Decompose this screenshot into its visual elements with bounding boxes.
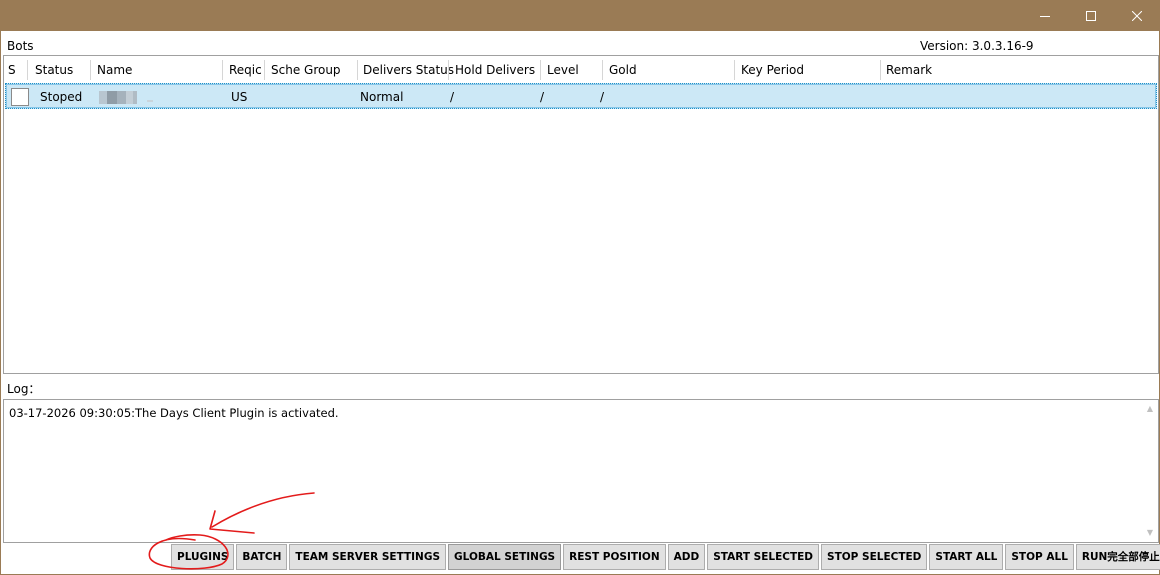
team-server-settings-button[interactable]: TEAM SERVER SETTINGS — [289, 544, 447, 570]
log-label: Log： — [7, 382, 41, 396]
column-header-name[interactable]: Name — [91, 58, 221, 82]
run-stop-all-button[interactable]: RUN完全部停止 — [1075, 544, 1160, 570]
column-header-key-period[interactable]: Key Period — [735, 58, 880, 82]
row-reqic: US — [231, 90, 248, 104]
row-select-checkbox[interactable] — [11, 88, 29, 106]
row-status: Stoped — [40, 90, 83, 104]
maximize-button[interactable] — [1068, 0, 1114, 31]
column-header-gold[interactable]: Gold — [603, 58, 735, 82]
column-header-delivers-status[interactable]: Delivers Status — [357, 58, 454, 82]
main-window: Bots Version: 3.0.3.16-9 S Status Name R… — [0, 31, 1160, 575]
close-button[interactable] — [1114, 0, 1160, 31]
row-gold: / — [600, 90, 605, 104]
row-name-redacted — [99, 91, 155, 104]
minimize-icon — [1040, 15, 1050, 17]
scroll-up-arrow-icon[interactable]: ▲ — [1145, 404, 1155, 414]
column-header-reqic[interactable]: Reqic — [223, 58, 263, 82]
version-label: Version: 3.0.3.16-9 — [920, 39, 1034, 53]
column-header-remark[interactable]: Remark — [880, 58, 1080, 82]
column-header-s[interactable]: S — [2, 58, 28, 82]
start-selected-button[interactable]: START SELECTED — [707, 544, 820, 570]
row-hold-delivers: / — [450, 90, 455, 104]
minimize-button[interactable] — [1022, 0, 1068, 31]
column-header-status[interactable]: Status — [29, 58, 91, 82]
bots-grid[interactable]: S Status Name Reqic Sche Group Delivers … — [3, 55, 1159, 374]
scroll-down-arrow-icon[interactable]: ▼ — [1145, 528, 1155, 538]
row-level: / — [540, 90, 545, 104]
action-toolbar: PLUGINS BATCH TEAM SERVER SETTINGS GLOBA… — [171, 544, 1160, 570]
global-settings-button[interactable]: GLOBAL SETINGS — [448, 544, 562, 570]
add-button[interactable]: ADD — [667, 544, 706, 570]
column-header-hold-delivers[interactable]: Hold Delivers — [449, 58, 541, 82]
bots-label: Bots — [7, 39, 34, 53]
column-header-sche-group[interactable]: Sche Group — [265, 58, 357, 82]
row-delivers-status: Normal — [360, 90, 404, 104]
grid-header: S Status Name Reqic Sche Group Delivers … — [4, 58, 1158, 82]
table-row[interactable]: Stoped US Normal / / / — [5, 83, 1157, 109]
start-all-button[interactable]: START ALL — [929, 544, 1004, 570]
batch-button[interactable]: BATCH — [236, 544, 288, 570]
stop-selected-button[interactable]: STOP SELECTED — [821, 544, 928, 570]
close-icon — [1132, 10, 1142, 21]
column-header-level[interactable]: Level — [541, 58, 603, 82]
log-line: 03-17-2026 09:30:05:The Days Client Plug… — [9, 406, 339, 420]
stop-all-button[interactable]: STOP ALL — [1005, 544, 1074, 570]
plugins-button[interactable]: PLUGINS — [171, 544, 235, 570]
rest-position-button[interactable]: REST POSITION — [563, 544, 666, 570]
maximize-icon — [1086, 10, 1096, 21]
log-textbox[interactable]: 03-17-2026 09:30:05:The Days Client Plug… — [3, 399, 1159, 543]
title-bar — [0, 0, 1160, 31]
